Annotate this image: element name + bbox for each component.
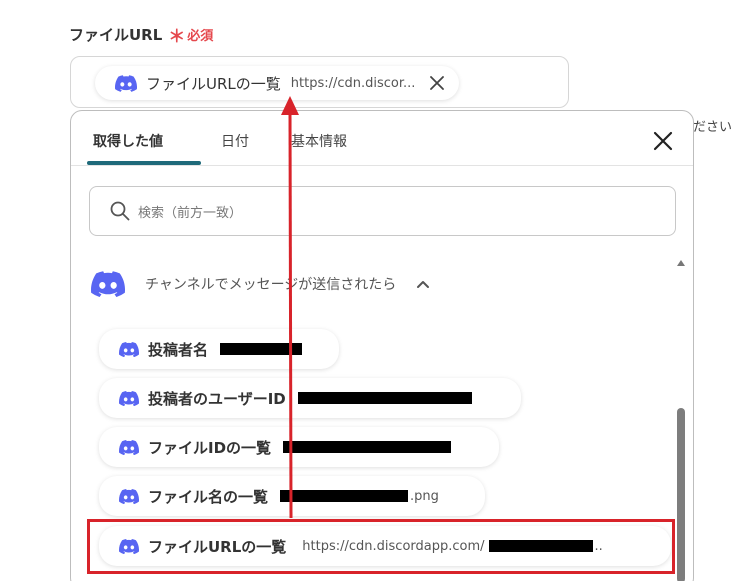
item-value: .png <box>410 488 439 504</box>
discord-icon <box>115 75 137 92</box>
annotation-highlight-box <box>87 519 675 574</box>
close-icon[interactable] <box>427 73 447 93</box>
value-picker-panel: 取得した値 日付 基本情報 検索（前方一致） チャンネルでメッセージが送信された… <box>70 110 694 581</box>
discord-icon <box>119 342 139 357</box>
discord-icon <box>91 271 125 297</box>
discord-icon <box>119 440 139 455</box>
field-label-text: ファイルURL <box>69 26 163 44</box>
tab-basic-info[interactable]: 基本情報 <box>291 131 347 151</box>
redacted-value <box>220 343 303 355</box>
chip-value: https://cdn.discor... <box>290 75 416 91</box>
close-icon[interactable] <box>651 129 675 153</box>
required-star: ＊ <box>168 27 186 47</box>
discord-icon <box>119 489 139 504</box>
item-label: ファイルIDの一覧 <box>148 438 272 457</box>
list-item-file-names[interactable]: ファイル名の一覧 .png <box>99 476 485 516</box>
item-label: 投稿者のユーザーID <box>148 389 286 408</box>
list-item-author-user-id[interactable]: 投稿者のユーザーID <box>99 378 521 418</box>
search-input[interactable]: 検索（前方一致） <box>89 186 676 236</box>
scrollbar[interactable] <box>676 258 686 581</box>
discord-icon <box>119 391 139 406</box>
group-title: チャンネルでメッセージが送信されたら <box>145 277 397 293</box>
chevron-up-icon[interactable] <box>416 279 430 289</box>
tab-bar: 取得した値 日付 基本情報 <box>71 111 693 166</box>
item-label: 投稿者名 <box>148 340 209 359</box>
trigger-group-header[interactable]: チャンネルでメッセージが送信されたら <box>91 271 430 297</box>
list-item-author-name[interactable]: 投稿者名 <box>99 329 339 369</box>
redacted-value <box>280 490 409 502</box>
tab-date[interactable]: 日付 <box>221 131 249 151</box>
field-label: ファイルURL ＊ 必須 <box>69 22 213 47</box>
redacted-value <box>297 392 472 404</box>
redacted-value <box>283 441 452 453</box>
search-placeholder: 検索（前方一致） <box>138 205 243 221</box>
selected-value-chip[interactable]: ファイルURLの一覧 https://cdn.discor... <box>95 66 460 100</box>
file-url-field[interactable]: ファイルURLの一覧 https://cdn.discor... <box>70 56 569 108</box>
active-tab-indicator <box>87 161 201 165</box>
search-icon <box>110 201 130 221</box>
scrollbar-thumb[interactable] <box>677 408 685 581</box>
chip-label: ファイルURLの一覧 <box>146 74 281 93</box>
scroll-up-arrow-icon[interactable] <box>677 260 685 266</box>
item-label: ファイル名の一覧 <box>148 487 269 506</box>
required-text: 必須 <box>187 29 214 44</box>
tab-acquired-values[interactable]: 取得した値 <box>93 131 163 151</box>
side-text: ださい <box>693 120 733 135</box>
list-item-file-ids[interactable]: ファイルIDの一覧 <box>99 427 499 467</box>
